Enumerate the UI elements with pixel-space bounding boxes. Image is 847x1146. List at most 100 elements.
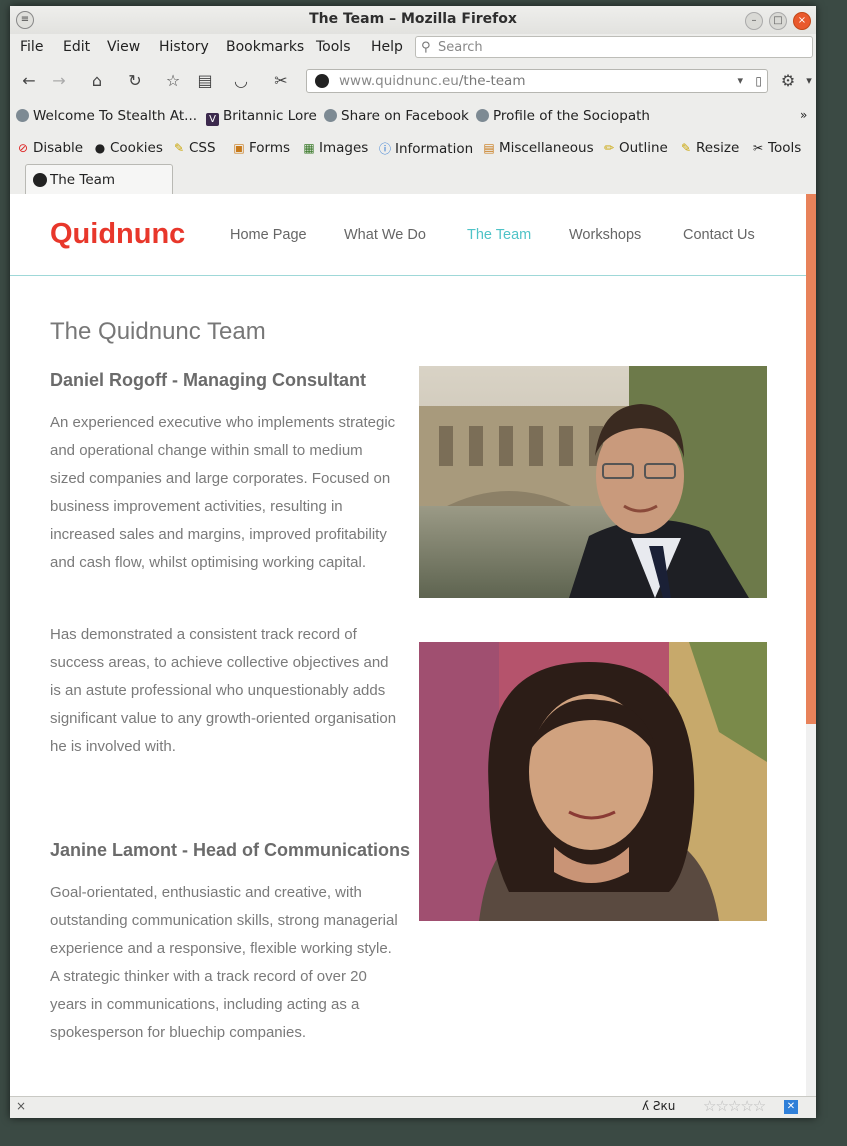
webdev-resize[interactable]: ✎ Resize xyxy=(679,140,739,156)
nav-the-team[interactable]: The Team xyxy=(467,227,531,243)
v-logo-icon: V xyxy=(206,113,219,126)
bookmark-item[interactable]: Profile of the Sociopath xyxy=(476,108,650,124)
css-icon: ✎ xyxy=(173,141,185,155)
webdev-miscellaneous[interactable]: ▤ Miscellaneous xyxy=(482,140,594,156)
site-identity-icon[interactable] xyxy=(315,74,329,88)
images-icon: ▦ xyxy=(303,141,315,155)
pocket-icon[interactable]: ◡ xyxy=(230,71,252,91)
bookmark-item[interactable]: Welcome To Stealth At... xyxy=(16,108,197,124)
nav-workshops[interactable]: Workshops xyxy=(569,227,641,243)
janine-lamont-photo xyxy=(419,642,767,921)
webdev-label: Resize xyxy=(696,140,740,156)
rating-stars[interactable]: ☆☆☆☆☆ xyxy=(703,1097,766,1115)
bookmark-label: Profile of the Sociopath xyxy=(493,108,650,124)
webdev-forms[interactable]: ▣ Forms xyxy=(232,140,290,156)
globe-icon xyxy=(16,109,29,122)
webdev-information[interactable]: ⓘ Information xyxy=(378,140,473,157)
reload-icon[interactable]: ↻ xyxy=(124,71,146,91)
page-viewport: Quidnunc Home Page What We Do The Team W… xyxy=(10,194,806,1096)
nav-home-page[interactable]: Home Page xyxy=(230,227,307,243)
screenshot-icon[interactable]: ✂ xyxy=(270,71,292,91)
menu-view[interactable]: View xyxy=(107,39,140,55)
bookmark-label: Share on Facebook xyxy=(341,108,469,124)
nav-what-we-do[interactable]: What We Do xyxy=(344,227,426,243)
forward-icon[interactable]: → xyxy=(48,71,70,91)
extension-icon[interactable]: ⚙ xyxy=(777,71,799,91)
nav-contact-us[interactable]: Contact Us xyxy=(683,227,755,243)
cookies-icon: ● xyxy=(94,141,106,155)
bookmark-item[interactable]: V Britannic Lore xyxy=(206,108,317,126)
menu-help[interactable]: Help xyxy=(371,39,403,55)
search-placeholder: Search xyxy=(438,40,483,55)
webdev-label: Information xyxy=(395,141,474,157)
addon-icon[interactable]: ✕ xyxy=(784,1100,798,1114)
url-dropdown-icon[interactable]: ▾ xyxy=(737,70,743,92)
tab-label: The Team xyxy=(50,172,116,188)
site-header: Quidnunc Home Page What We Do The Team W… xyxy=(10,194,806,276)
url-bar[interactable]: www.quidnunc.eu/the-team ▾ ▯ xyxy=(306,69,768,93)
menu-history[interactable]: History xyxy=(159,39,209,55)
search-icon: ⚲ xyxy=(421,40,431,55)
close-statusbar-icon[interactable]: × xyxy=(16,1099,26,1113)
webdev-disable[interactable]: ⊘ Disable xyxy=(16,140,83,156)
webdev-cookies[interactable]: ● Cookies xyxy=(93,140,163,156)
tab-bar: The Team xyxy=(10,162,816,194)
close-icon[interactable]: × xyxy=(793,12,811,30)
webdev-label: Forms xyxy=(249,140,291,156)
home-icon[interactable]: ⌂ xyxy=(86,71,108,91)
menu-file[interactable]: File xyxy=(20,39,43,55)
tools-icon: ✂ xyxy=(752,141,764,155)
webdev-label: Outline xyxy=(619,140,668,156)
menu-edit[interactable]: Edit xyxy=(63,39,90,55)
browser-window: ≡ The Team – Mozilla Firefox – □ × File … xyxy=(10,6,816,1118)
status-bar: × ʎ Ƨкu ☆☆☆☆☆ ✕ xyxy=(10,1096,816,1118)
webdev-images[interactable]: ▦ Images xyxy=(302,140,368,156)
bookmark-item[interactable]: Share on Facebook xyxy=(324,108,469,124)
person-name: Janine Lamont - Head of Communications xyxy=(50,840,411,860)
overflow-chevron-icon[interactable]: ▾ xyxy=(798,74,816,94)
search-input[interactable]: ⚲ Search xyxy=(415,36,813,58)
webdev-label: Cookies xyxy=(110,140,163,156)
forms-icon: ▣ xyxy=(233,141,245,155)
window-title: The Team – Mozilla Firefox xyxy=(309,11,517,27)
menu-tools[interactable]: Tools xyxy=(316,39,351,55)
menu-bookmarks[interactable]: Bookmarks xyxy=(226,39,304,55)
webdev-css[interactable]: ✎ CSS xyxy=(172,140,216,156)
title-bar: ≡ The Team – Mozilla Firefox – □ × xyxy=(10,6,816,34)
maximize-icon[interactable]: □ xyxy=(769,12,787,30)
webdev-label: Images xyxy=(319,140,369,156)
reading-list-icon[interactable]: ▤ xyxy=(194,71,216,91)
vertical-scrollbar[interactable] xyxy=(806,194,816,1096)
translate-widget[interactable]: ʎ Ƨкu xyxy=(642,1099,675,1113)
site-logo[interactable]: Quidnunc xyxy=(50,218,185,251)
url-path: /the-team xyxy=(458,73,526,89)
webdev-tools[interactable]: ✂ Tools xyxy=(751,140,801,156)
page-title: The Quidnunc Team xyxy=(50,318,266,345)
back-icon[interactable]: ← xyxy=(18,71,40,91)
webdev-label: Disable xyxy=(33,140,84,156)
disable-icon: ⊘ xyxy=(17,141,29,155)
web-developer-toolbar: ⊘ Disable ● Cookies ✎ CSS ▣ Forms ▦ Images ⓘ I… xyxy=(10,138,816,162)
bookmark-star-icon[interactable]: ☆ xyxy=(162,71,184,91)
person-name: Daniel Rogoff - Managing Consultant xyxy=(50,370,366,390)
resize-icon: ✎ xyxy=(680,141,692,155)
daniel-rogoff-photo xyxy=(419,366,767,598)
person-bio-paragraph: Goal-orientated, enthusiastic and creati… xyxy=(50,884,398,1041)
bookmark-label: Britannic Lore xyxy=(223,108,317,124)
information-icon: ⓘ xyxy=(378,142,391,156)
bookmarks-toolbar: Welcome To Stealth At... V Britannic Lore… xyxy=(10,106,816,130)
reader-view-icon[interactable]: ▯ xyxy=(755,70,762,92)
miscellaneous-icon: ▤ xyxy=(483,141,495,155)
person-bio-paragraph: An experienced executive who implements … xyxy=(50,414,396,571)
scrollbar-thumb[interactable] xyxy=(806,194,816,724)
minimize-icon[interactable]: – xyxy=(745,12,763,30)
url-domain: www.quidnunc.eu xyxy=(339,73,459,89)
webdev-label: Miscellaneous xyxy=(499,140,594,156)
webdev-label: Tools xyxy=(768,140,802,156)
outline-icon: ✏ xyxy=(603,141,615,155)
webdev-outline[interactable]: ✏ Outline xyxy=(602,140,668,156)
bookmarks-overflow-icon[interactable]: » xyxy=(800,108,807,122)
webdev-label: CSS xyxy=(189,140,216,156)
tab-the-team[interactable]: The Team xyxy=(25,164,173,194)
globe-icon xyxy=(476,109,489,122)
